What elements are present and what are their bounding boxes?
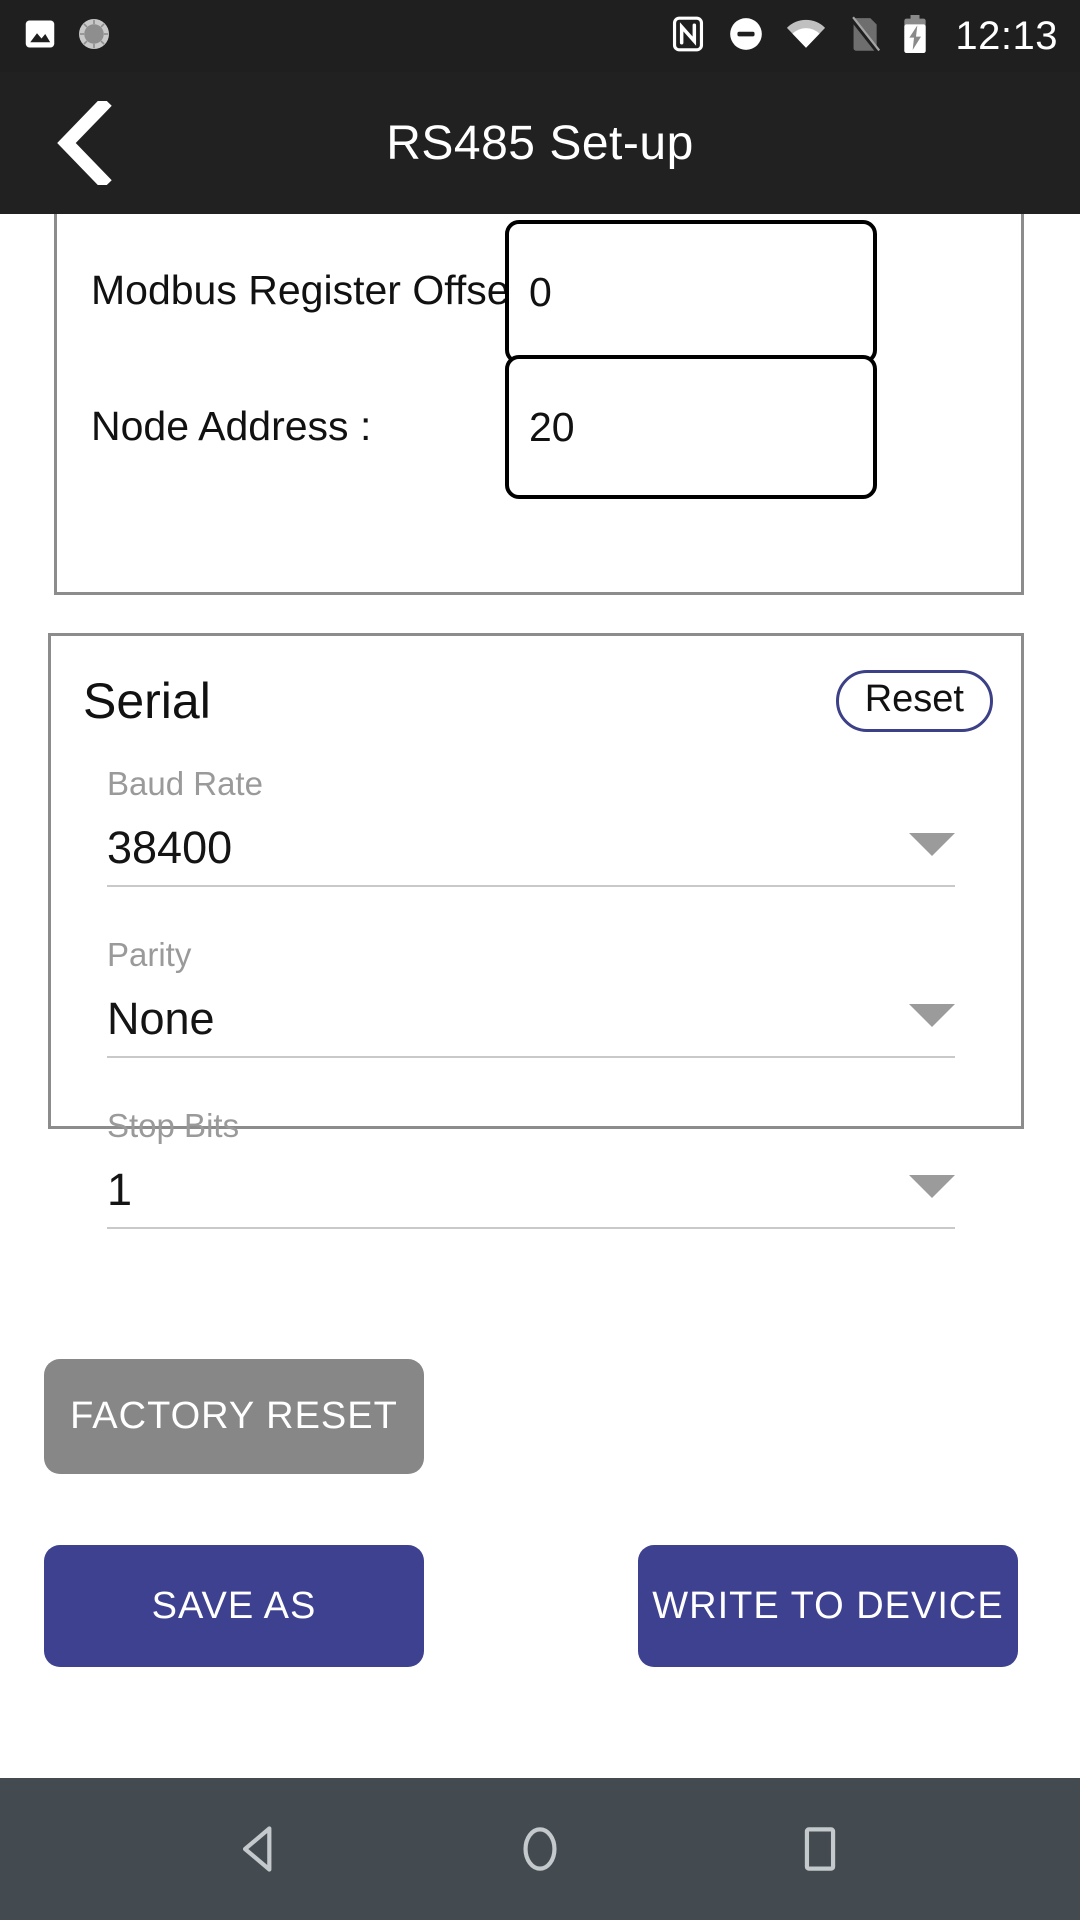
parity-group: Parity None [107,936,955,1058]
write-to-device-button[interactable]: WRITE TO DEVICE [638,1545,1018,1667]
image-icon [22,16,58,57]
stop-bits-select[interactable]: 1 [107,1153,955,1229]
chevron-down-icon [909,1004,955,1027]
factory-reset-button[interactable]: FACTORY RESET [44,1359,424,1474]
wifi-icon [785,15,827,58]
nav-back-icon[interactable] [200,1789,320,1909]
phone-screen: 12:13 RS485 Set-up Modbus Register Offse… [0,0,1080,1920]
baud-rate-value: 38400 [107,822,233,873]
baud-rate-select[interactable]: 38400 [107,811,955,887]
nav-recents-icon[interactable] [760,1789,880,1909]
modbus-card: Modbus Register Offset : 0 Node Address … [54,214,1024,595]
stop-bits-group: Stop Bits 1 [107,1107,955,1229]
node-address-input[interactable]: 20 [505,355,877,499]
app-bar: RS485 Set-up [0,72,1080,214]
modbus-register-offset-row: Modbus Register Offset : [91,267,544,314]
parity-select[interactable]: None [107,982,955,1058]
settings-scroll-area[interactable]: Modbus Register Offset : 0 Node Address … [0,214,1080,1760]
serial-section-title: Serial [83,673,211,729]
serial-card: Serial Reset Baud Rate 38400 Parity None… [48,633,1024,1229]
stop-bits-value: 1 [107,1164,133,1215]
modbus-register-offset-label: Modbus Register Offset : [91,267,544,313]
node-address-row: Node Address : [91,403,371,450]
android-nav-bar [0,1778,1080,1920]
status-bar: 12:13 [0,0,1080,72]
parity-value: None [107,993,215,1044]
chevron-down-icon [909,833,955,856]
status-bar-clock: 12:13 [955,14,1058,58]
nav-home-icon[interactable] [480,1789,600,1909]
serial-card-header: Serial Reset [83,666,993,736]
baud-rate-group: Baud Rate 38400 [107,765,955,887]
status-bar-left-icons [22,16,112,57]
page-title: RS485 Set-up [386,116,694,170]
status-bar-right-icons: 12:13 [669,14,1058,59]
baud-rate-label: Baud Rate [107,765,263,802]
save-as-button[interactable]: SAVE AS [44,1545,424,1667]
brightness-icon [76,16,112,57]
stop-bits-label: Stop Bits [107,1107,240,1144]
modbus-register-offset-input[interactable]: 0 [505,220,877,364]
no-sim-icon [847,15,881,58]
node-address-label: Node Address : [91,403,372,449]
chevron-down-icon [909,1175,955,1198]
parity-label: Parity [107,936,192,973]
do-not-disturb-icon [727,15,765,58]
nfc-icon [669,15,707,58]
serial-reset-button[interactable]: Reset [835,670,993,732]
battery-charging-icon [901,14,929,59]
